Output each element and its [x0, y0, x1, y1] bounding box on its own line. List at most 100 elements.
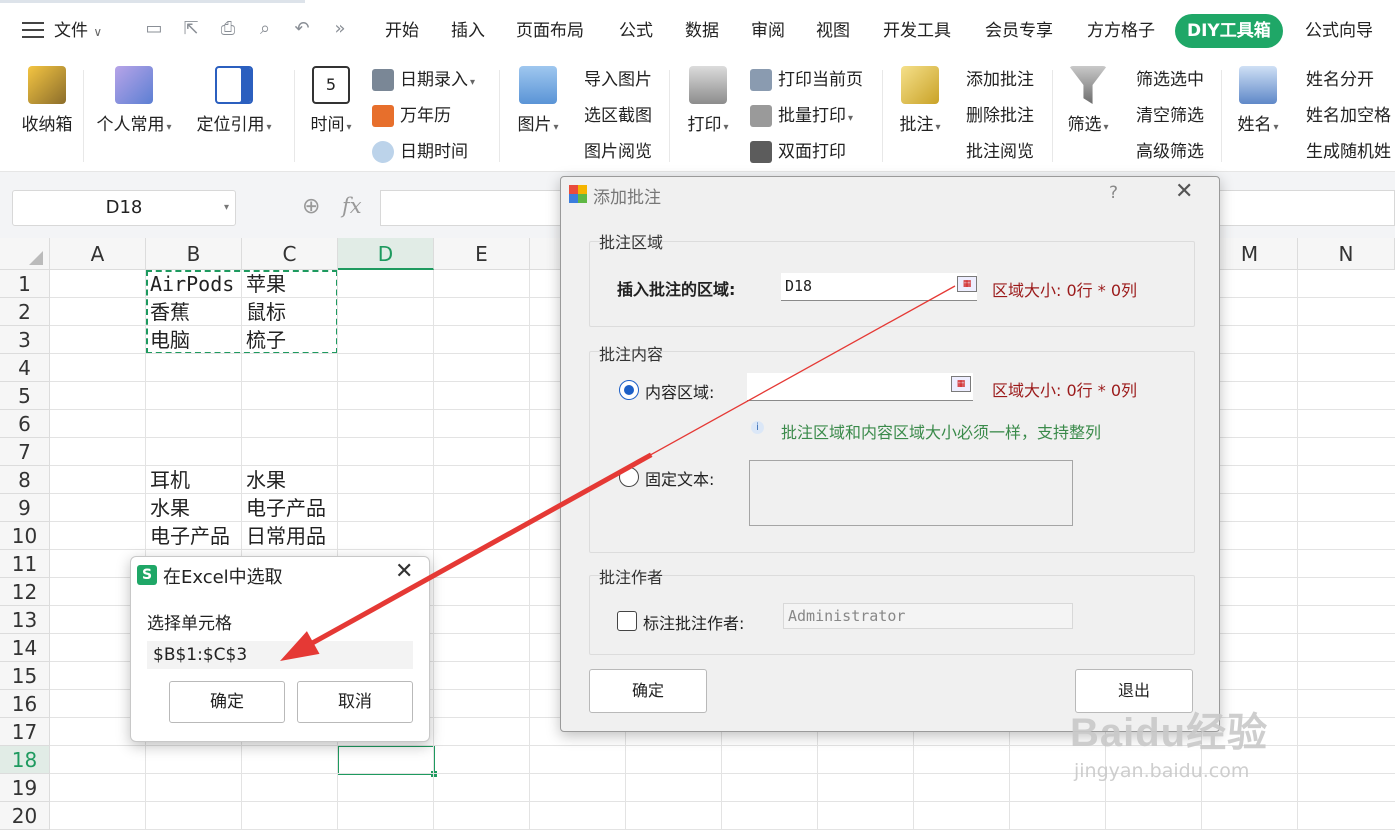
row-header[interactable]: 5: [0, 382, 50, 410]
cell-c9[interactable]: 电子产品: [242, 494, 326, 522]
tab-member[interactable]: 会员专享: [985, 14, 1053, 48]
select-capture-button[interactable]: 选区截图: [584, 104, 652, 128]
tab-fangfang[interactable]: 方方格子: [1087, 14, 1155, 48]
range-picker-icon[interactable]: ▦: [957, 276, 977, 292]
row-header[interactable]: 18: [0, 746, 50, 774]
print-button[interactable]: 打印 ▾: [680, 66, 736, 135]
save-icon[interactable]: ▭: [143, 18, 165, 40]
cell-c8[interactable]: 水果: [242, 466, 286, 494]
tab-start[interactable]: 开始: [385, 14, 419, 48]
print-icon[interactable]: ⎙: [217, 18, 239, 40]
receive-box-button[interactable]: 收纳箱: [18, 66, 76, 135]
cell-b8[interactable]: 耳机: [146, 466, 190, 494]
import-image-button[interactable]: 导入图片: [584, 68, 652, 92]
row-header[interactable]: 10: [0, 522, 50, 550]
tab-developer[interactable]: 开发工具: [883, 14, 951, 48]
fixed-text-radio[interactable]: [619, 467, 639, 487]
column-header[interactable]: D: [338, 238, 434, 270]
tab-view[interactable]: 视图: [816, 14, 850, 48]
zoom-icon[interactable]: ⊕: [302, 194, 320, 219]
comment-browse-button[interactable]: 批注阅览: [966, 140, 1034, 164]
row-header[interactable]: 2: [0, 298, 50, 326]
row-header[interactable]: 7: [0, 438, 50, 466]
tab-data[interactable]: 数据: [685, 14, 719, 48]
duplex-print-button[interactable]: 双面打印: [750, 140, 846, 164]
random-name-button[interactable]: 生成随机姓: [1306, 140, 1391, 164]
chevron-down-icon[interactable]: ▾: [224, 191, 229, 225]
tab-page-layout[interactable]: 页面布局: [516, 14, 584, 48]
row-header[interactable]: 15: [0, 662, 50, 690]
author-checkbox[interactable]: [617, 611, 637, 631]
insert-area-input[interactable]: D18: [781, 273, 977, 301]
clear-filter-button[interactable]: 清空筛选: [1136, 104, 1204, 128]
personal-common-button[interactable]: 个人常用 ▾: [90, 66, 178, 135]
ok-button[interactable]: 确定: [169, 681, 285, 723]
date-time-button[interactable]: 日期时间: [372, 140, 468, 164]
row-header[interactable]: 17: [0, 718, 50, 746]
row-header[interactable]: 20: [0, 802, 50, 830]
more-icon[interactable]: »: [329, 18, 351, 40]
range-input[interactable]: $B$1:$C$3: [147, 641, 413, 669]
date-entry-button[interactable]: 日期录入 ▾: [372, 68, 475, 92]
row-header[interactable]: 19: [0, 774, 50, 802]
hamburger-icon[interactable]: [22, 20, 44, 38]
row-header[interactable]: 13: [0, 606, 50, 634]
column-header[interactable]: C: [242, 238, 338, 270]
column-header[interactable]: B: [146, 238, 242, 270]
preview-icon[interactable]: ⌕: [254, 18, 276, 40]
ok-button[interactable]: 确定: [589, 669, 707, 713]
author-input[interactable]: Administrator: [783, 603, 1073, 629]
select-all-corner[interactable]: [0, 238, 50, 270]
row-header[interactable]: 6: [0, 410, 50, 438]
tab-diy-toolbox[interactable]: DIY工具箱: [1175, 14, 1283, 48]
row-header[interactable]: 12: [0, 578, 50, 606]
export-icon[interactable]: ⇱: [180, 18, 202, 40]
filter-button[interactable]: 筛选 ▾: [1062, 66, 1114, 135]
fixed-text-area[interactable]: [749, 460, 1073, 526]
image-browse-button[interactable]: 图片阅览: [584, 140, 652, 164]
column-header[interactable]: N: [1298, 238, 1395, 270]
perpetual-calendar-button[interactable]: 万年历: [372, 104, 451, 128]
cancel-button[interactable]: 取消: [297, 681, 413, 723]
cell-c10[interactable]: 日常用品: [242, 522, 326, 550]
add-comment-button[interactable]: 添加批注: [966, 68, 1034, 92]
column-header[interactable]: E: [434, 238, 530, 270]
row-header[interactable]: 14: [0, 634, 50, 662]
cell-b10[interactable]: 电子产品: [146, 522, 230, 550]
tab-formula-wizard[interactable]: 公式向导: [1305, 14, 1373, 48]
range-picker-icon[interactable]: ▦: [951, 376, 971, 392]
file-menu[interactable]: 文件 ∨: [54, 14, 102, 48]
content-area-radio[interactable]: [619, 380, 639, 400]
advanced-filter-button[interactable]: 高级筛选: [1136, 140, 1204, 164]
row-header[interactable]: 11: [0, 550, 50, 578]
row-header[interactable]: 8: [0, 466, 50, 494]
row-header[interactable]: 4: [0, 354, 50, 382]
tab-formula[interactable]: 公式: [619, 14, 653, 48]
close-icon[interactable]: ✕: [395, 559, 413, 584]
row-header[interactable]: 1: [0, 270, 50, 298]
content-area-input[interactable]: [747, 373, 973, 401]
fill-handle[interactable]: [431, 771, 437, 777]
locate-ref-button[interactable]: 定位引用 ▾: [190, 66, 278, 135]
cell-b9[interactable]: 水果: [146, 494, 190, 522]
name-split-button[interactable]: 姓名分开: [1306, 68, 1374, 92]
close-icon[interactable]: ✕: [1175, 179, 1193, 204]
tab-insert[interactable]: 插入: [451, 14, 485, 48]
comment-button[interactable]: 批注 ▾: [894, 66, 946, 135]
row-header[interactable]: 3: [0, 326, 50, 354]
column-header[interactable]: A: [50, 238, 146, 270]
tab-review[interactable]: 审阅: [751, 14, 785, 48]
fx-icon[interactable]: fx: [342, 194, 362, 218]
name-box[interactable]: D18 ▾: [12, 190, 236, 226]
print-current-page-button[interactable]: 打印当前页: [750, 68, 863, 92]
name-add-space-button[interactable]: 姓名加空格: [1306, 104, 1391, 128]
row-header[interactable]: 9: [0, 494, 50, 522]
time-button[interactable]: 5 时间 ▾: [305, 66, 357, 135]
help-icon[interactable]: ?: [1109, 183, 1118, 203]
name-button[interactable]: 姓名 ▾: [1232, 66, 1284, 135]
filter-selected-button[interactable]: 筛选选中: [1136, 68, 1204, 92]
active-cell-d18[interactable]: [337, 745, 437, 777]
image-button[interactable]: 图片 ▾: [510, 66, 566, 135]
batch-print-button[interactable]: 批量打印 ▾: [750, 104, 853, 128]
undo-icon[interactable]: ↶: [291, 18, 313, 40]
